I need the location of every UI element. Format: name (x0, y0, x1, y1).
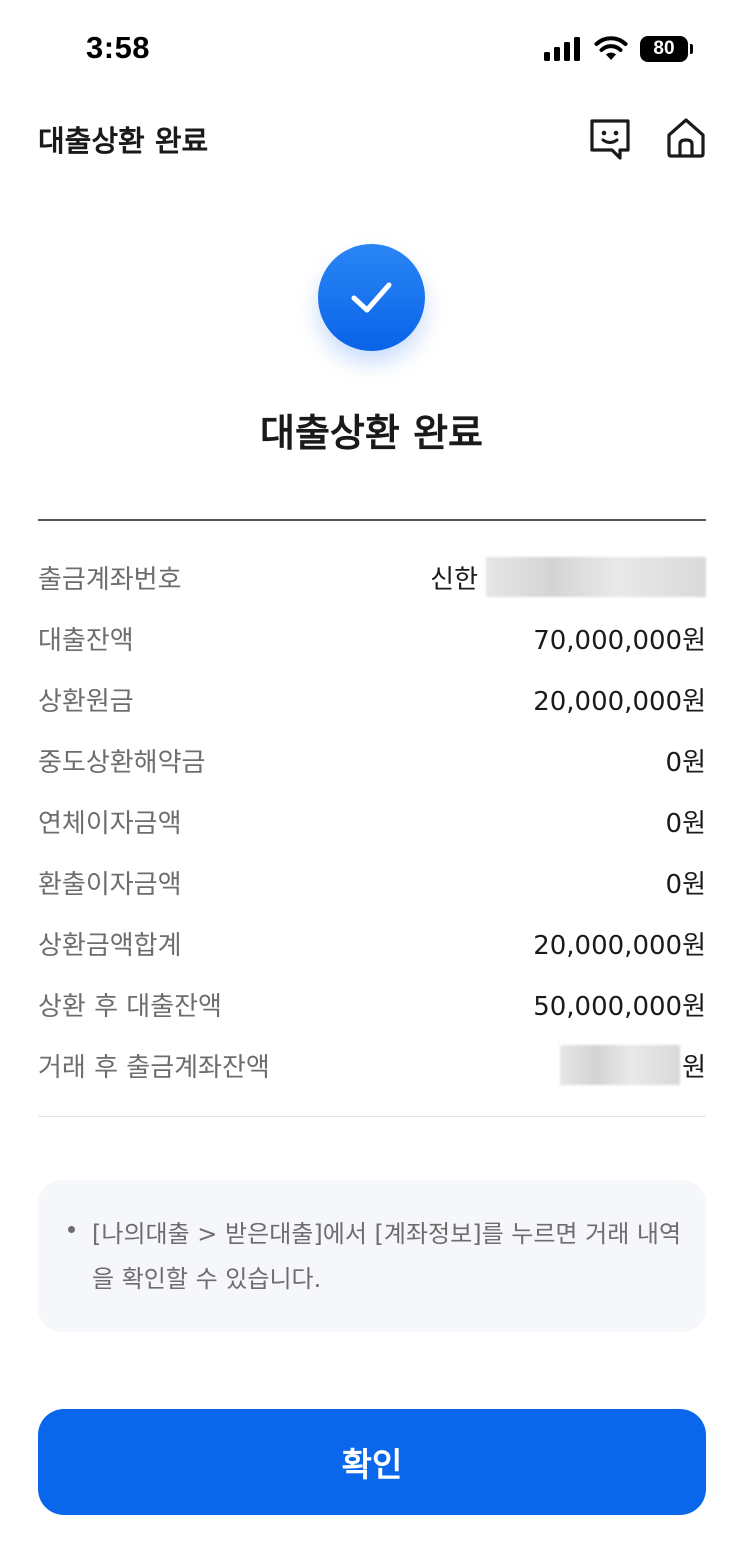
detail-row-account-balance-after: 거래 후 출금계좌잔액 원 (38, 1041, 706, 1085)
result-title: 대출상환 완료 (260, 411, 483, 455)
loan-repayment-complete-screen: 3:58 80 대출상환 완료 대출상환 완료 출금계좌번호 신한 대출잔액 7… (0, 0, 743, 1547)
detail-value: 70,000,000원 (533, 626, 706, 656)
header: 대출상환 완료 (0, 96, 743, 180)
account-number-value: 신한 (430, 557, 706, 597)
detail-label: 출금계좌번호 (38, 565, 182, 595)
detail-row-balance-after: 상환 후 대출잔액 50,000,000원 (38, 980, 706, 1024)
divider-bottom (38, 1116, 706, 1117)
status-time: 3:58 (86, 30, 151, 65)
status-bar: 3:58 80 (0, 0, 743, 96)
divider-top (38, 519, 706, 521)
signal-icon (544, 37, 580, 61)
currency-unit: 원 (682, 1052, 706, 1083)
home-icon (667, 118, 705, 158)
detail-value: 0원 (665, 748, 706, 778)
detail-value: 50,000,000원 (533, 992, 706, 1022)
detail-label: 대출잔액 (38, 626, 134, 656)
detail-row-refund-interest: 환출이자금액 0원 (38, 858, 706, 902)
home-button[interactable] (662, 114, 710, 162)
detail-label: 거래 후 출금계좌잔액 (38, 1053, 270, 1083)
detail-row-repayment-total: 상환금액합계 20,000,000원 (38, 919, 706, 963)
detail-label: 상환 후 대출잔액 (38, 992, 222, 1022)
detail-label: 환출이자금액 (38, 870, 182, 900)
check-icon (351, 282, 392, 313)
chat-button[interactable] (586, 114, 634, 162)
battery-level: 80 (653, 38, 675, 59)
detail-value: 0원 (665, 870, 706, 900)
masked-account-number (486, 557, 706, 597)
bullet-dot (68, 1226, 75, 1233)
chat-icon (590, 119, 630, 160)
detail-value: 20,000,000원 (533, 687, 706, 717)
detail-row-overdue-interest: 연체이자금액 0원 (38, 797, 706, 841)
detail-label: 상환금액합계 (38, 931, 182, 961)
masked-balance (560, 1045, 681, 1085)
bank-name: 신한 (430, 564, 478, 595)
info-text: [나의대출 > 받은대출]에서 [계좌정보]를 누르면 거래 내역을 확인할 수… (92, 1220, 682, 1293)
battery-icon: 80 (640, 36, 688, 62)
success-check-badge (318, 244, 425, 351)
confirm-button[interactable]: 확인 (38, 1409, 706, 1515)
detail-value: 20,000,000원 (533, 931, 706, 961)
battery-tip (690, 44, 693, 54)
info-notice: [나의대출 > 받은대출]에서 [계좌정보]를 누르면 거래 내역을 확인할 수… (38, 1180, 706, 1332)
wifi-icon (594, 36, 628, 60)
detail-row-early-repayment-fee: 중도상환해약금 0원 (38, 736, 706, 780)
detail-label: 중도상환해약금 (38, 748, 206, 778)
detail-label: 상환원금 (38, 687, 134, 717)
account-balance-value: 원 (560, 1045, 706, 1085)
detail-row-loan-balance: 대출잔액 70,000,000원 (38, 614, 706, 658)
detail-label: 연체이자금액 (38, 809, 182, 839)
detail-row-repayment-principal: 상환원금 20,000,000원 (38, 675, 706, 719)
detail-row-withdrawal-account: 출금계좌번호 신한 (38, 553, 706, 597)
detail-value: 0원 (665, 809, 706, 839)
page-title: 대출상환 완료 (38, 124, 209, 158)
